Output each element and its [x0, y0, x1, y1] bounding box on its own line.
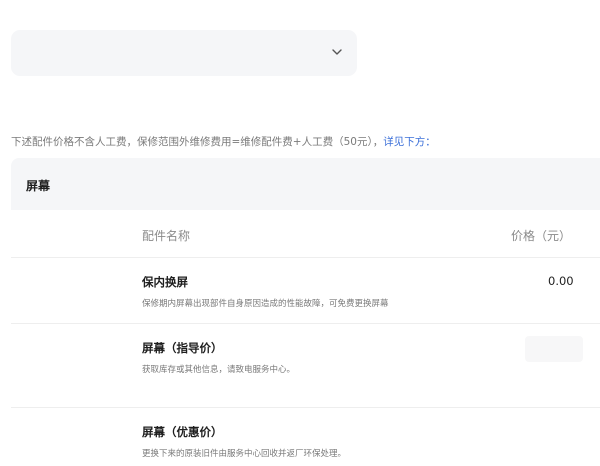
column-header-name: 配件名称 [142, 229, 191, 243]
part-name: 保内换屏 [142, 275, 188, 289]
price-placeholder [525, 336, 583, 362]
part-price: 0.00 [548, 274, 574, 288]
part-description: 获取库存或其他信息，请致电服务中心。 [142, 365, 296, 375]
part-description: 更换下来的原装旧件由服务中心回收并返厂环保处理。 [142, 449, 347, 459]
category-header: 屏幕 [11, 158, 600, 210]
column-header-price: 价格（元） [511, 229, 572, 243]
part-description: 保修期内屏幕出现部件自身原因造成的性能故障，可免费更换屏幕 [142, 299, 389, 309]
table-row: 屏幕（优惠价） 更换下来的原装旧件由服务中心回收并返厂环保处理。 [11, 408, 600, 466]
part-name: 屏幕（优惠价） [142, 425, 223, 439]
details-link[interactable]: 详见下方： [383, 136, 436, 148]
chevron-down-icon [332, 49, 342, 55]
model-select[interactable] [11, 30, 357, 76]
pricing-notice: 下述配件价格不含人工费，保修范围外维修费用=维修配件费+人工费（50元），详见下… [11, 134, 436, 149]
category-title: 屏幕 [26, 179, 51, 193]
pricing-notice-text: 下述配件价格不含人工费，保修范围外维修费用=维修配件费+人工费（50元）， [11, 136, 384, 148]
table-header: 配件名称 价格（元） [11, 210, 600, 258]
table-row: 保内换屏 保修期内屏幕出现部件自身原因造成的性能故障，可免费更换屏幕 0.00 [11, 258, 600, 324]
table-row: 屏幕（指导价） 获取库存或其他信息，请致电服务中心。 [11, 324, 600, 408]
page: 下述配件价格不含人工费，保修范围外维修费用=维修配件费+人工费（50元），详见下… [0, 0, 600, 466]
parts-price-card: 屏幕 配件名称 价格（元） 保内换屏 保修期内屏幕出现部件自身原因造成的性能故障… [11, 158, 600, 466]
part-name: 屏幕（指导价） [142, 341, 223, 355]
